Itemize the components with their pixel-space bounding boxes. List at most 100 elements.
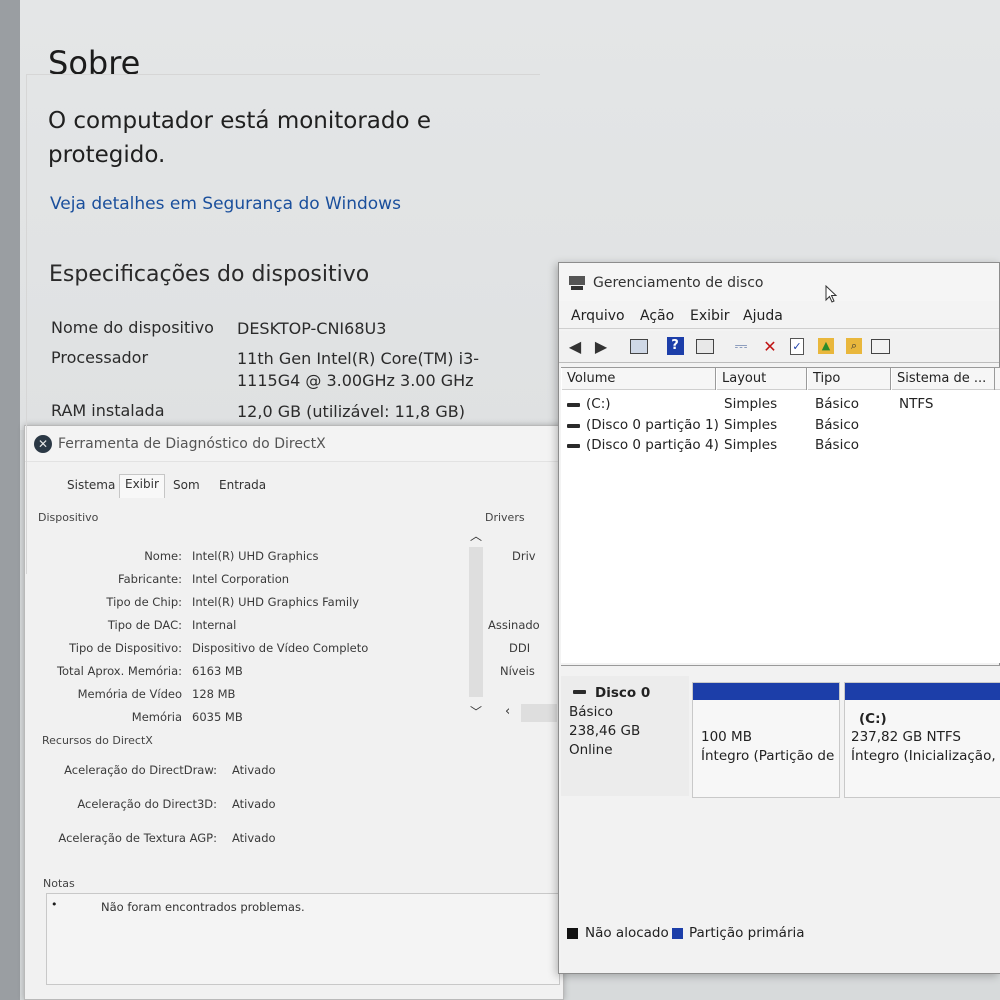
scroll-down-icon[interactable]: ﹀ [470, 703, 482, 720]
connect-drive-icon[interactable]: ⎓ [731, 336, 751, 356]
menu-arquivo[interactable]: Arquivo [571, 308, 625, 324]
disk-management-title: Gerenciamento de disco [593, 275, 764, 291]
column-layout[interactable]: Layout [716, 368, 807, 390]
disk-icon [573, 690, 586, 694]
volume-layout: Simples [724, 417, 778, 433]
partition-status: Íntegro (Partição de [701, 748, 835, 764]
column-file-system[interactable]: Sistema de ... [891, 368, 995, 390]
partition-size: 100 MB [701, 729, 752, 745]
device-group-label: Dispositivo [38, 511, 99, 524]
device-label-total-memory: Total Aprox. Memória: [56, 664, 182, 678]
menu-acao[interactable]: Ação [640, 308, 674, 324]
volume-list-header: Volume Layout Tipo Sistema de ... [561, 368, 1000, 390]
menu-exibir[interactable]: Exibir [690, 308, 730, 324]
disk-toolbar: ◀ ▶ ? ⎓ ✕ ✓ ▲ ⌕ [559, 331, 999, 363]
check-disk-icon[interactable]: ✓ [787, 336, 807, 356]
drivers-group-label: Drivers [485, 511, 525, 524]
help-icon[interactable]: ? [665, 336, 685, 356]
notes-item: Não foram encontrados problemas. [101, 900, 305, 914]
partition-system[interactable]: 100 MB Íntegro (Partição de [692, 682, 840, 798]
device-value-total-memory: 6163 MB [192, 664, 243, 678]
drivers-partial-signed: Assinado [488, 618, 540, 632]
volume-layout: Simples [724, 396, 778, 412]
drive-icon [567, 444, 580, 448]
menu-ajuda[interactable]: Ajuda [743, 308, 783, 324]
scroll-up-icon[interactable]: ︿ [470, 527, 482, 544]
device-scrollbar[interactable]: ︿ ﹀ [466, 527, 486, 719]
partition-bar [845, 683, 1000, 700]
forward-arrow-icon[interactable]: ▶ [591, 336, 611, 356]
disk-name: Disco 0 [595, 685, 651, 701]
partition-name: (C:) [859, 711, 887, 727]
mouse-cursor-icon [825, 285, 838, 303]
legend-primary-swatch [672, 928, 683, 939]
device-value-video-memory: 128 MB [192, 687, 236, 701]
directx-resources-group-label: Recursos do DirectX [42, 734, 153, 747]
legend-unallocated-swatch [567, 928, 578, 939]
legend-unallocated-label: Não alocado [585, 925, 669, 941]
disk-size: 238,46 GB [569, 723, 641, 739]
resource-value-direct3d: Ativado [232, 797, 276, 811]
settings-panel-icon[interactable] [870, 336, 890, 356]
back-arrow-icon[interactable]: ◀ [565, 336, 585, 356]
device-label-chip-type: Tipo de Chip: [106, 595, 182, 609]
volume-type: Básico [815, 417, 860, 433]
volume-layout: Simples [724, 437, 778, 453]
search-folder-icon[interactable]: ⌕ [844, 336, 864, 356]
device-label-manufacturer: Fabricante: [118, 572, 182, 586]
properties-pane-icon[interactable] [695, 336, 715, 356]
device-value-chip-type: Intel(R) UHD Graphics Family [192, 595, 360, 609]
volume-filesystem: NTFS [899, 396, 934, 412]
column-tipo[interactable]: Tipo [807, 368, 891, 390]
device-value-name: Intel(R) UHD Graphics [192, 549, 319, 563]
partition-size: 237,82 GB NTFS [851, 729, 961, 745]
volume-name: (Disco 0 partição 1) [586, 417, 719, 433]
volume-name: (C:) [586, 396, 611, 412]
notes-group-label: Notas [43, 877, 75, 890]
device-label-video-memory: Memória de Vídeo [77, 687, 182, 701]
bullet-icon: • [51, 898, 58, 911]
partition-c[interactable]: (C:) 237,82 GB NTFS Íntegro (Inicializaç… [844, 682, 1000, 798]
resource-label-directdraw: Aceleração do DirectDraw: [64, 763, 217, 777]
desktop-edge [0, 0, 20, 1000]
disk-graphical-view: Disco 0 Básico 238,46 GB Online 100 MB Í… [561, 665, 1000, 973]
disk-0-info[interactable]: Disco 0 Básico 238,46 GB Online [561, 676, 689, 796]
show-hide-console-icon[interactable] [629, 336, 649, 356]
disk-management-window: Gerenciamento de disco Arquivo Ação Exib… [558, 262, 1000, 974]
column-volume[interactable]: Volume [561, 368, 716, 390]
drive-icon [567, 403, 580, 407]
device-label-device-type: Tipo de Dispositivo: [69, 641, 182, 655]
drive-icon [567, 424, 580, 428]
device-value-dac-type: Internal [192, 618, 237, 632]
device-value-memory: 6035 MB [192, 710, 243, 724]
volume-type: Básico [815, 437, 860, 453]
disk-menu-bar: Arquivo Ação Exibir Ajuda [559, 305, 999, 329]
partition-bar [693, 683, 839, 700]
disk-kind: Básico [569, 704, 614, 720]
upload-folder-icon[interactable]: ▲ [816, 336, 836, 356]
disk-management-titlebar[interactable]: Gerenciamento de disco [559, 263, 999, 301]
resource-label-agp: Aceleração de Textura AGP: [58, 831, 217, 845]
volume-list: Volume Layout Tipo Sistema de ... (C:) S… [561, 367, 1000, 663]
device-label-name: Nome: [144, 549, 182, 563]
drivers-hscroll-thumb[interactable] [521, 704, 557, 722]
volume-name: (Disco 0 partição 4) [586, 437, 719, 453]
resource-label-direct3d: Aceleração do Direct3D: [77, 797, 217, 811]
directx-display-panel [26, 74, 540, 574]
disk-state: Online [569, 742, 613, 758]
device-value-manufacturer: Intel Corporation [192, 572, 290, 586]
drivers-partial-levels: Níveis [500, 664, 535, 678]
disk-management-icon [569, 276, 585, 290]
device-label-dac-type: Tipo de DAC: [107, 618, 182, 632]
delete-icon[interactable]: ✕ [760, 336, 780, 356]
drivers-partial-driver: Driv [512, 549, 536, 563]
partition-status: Íntegro (Inicialização, Ar [851, 748, 1000, 764]
device-value-device-type: Dispositivo de Vídeo Completo [192, 641, 369, 655]
scrollbar-thumb[interactable] [469, 547, 483, 697]
device-label-memory: Memória [131, 710, 182, 724]
legend-primary-label: Partição primária [689, 925, 805, 941]
notes-box: • Não foram encontrados problemas. [46, 893, 560, 985]
resource-value-agp: Ativado [232, 831, 276, 845]
volume-type: Básico [815, 396, 860, 412]
scroll-left-icon[interactable]: ‹ [505, 704, 510, 719]
